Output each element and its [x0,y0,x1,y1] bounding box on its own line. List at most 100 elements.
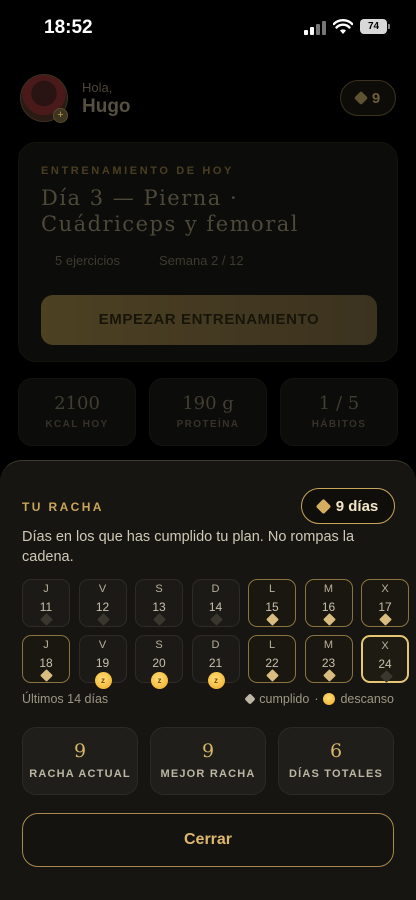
diamond-icon [40,669,53,682]
diamond-icon [266,669,279,682]
day-cell: L 22 [248,635,296,683]
day-cell: M 23 [304,635,353,683]
diamond-icon [379,613,392,626]
day-number: 24 [378,657,392,671]
sleeping-face-icon: z [151,672,168,689]
stat-label: KCAL HOY [45,419,109,430]
day-number: 20 [152,656,166,670]
protein-stat: 190 g PROTEÍNA [149,378,267,446]
diamond-icon [96,613,110,626]
user-name: Hugo [82,96,131,117]
day-cell: D 21 z [191,635,240,689]
day-number: 17 [378,600,392,614]
plus-icon[interactable]: + [53,108,68,123]
day-weekday: D [211,583,220,595]
sheet-title: TU RACHA [22,500,104,514]
current-streak-stat: 9 RACHA ACTUAL [22,727,138,795]
day-weekday: M [323,639,334,651]
stat-label: MEJOR RACHA [160,768,256,780]
diamond-icon [40,613,53,626]
stat-value: 2100 [54,393,100,414]
diamond-icon [315,498,332,514]
legend: cumplido · descanso [244,692,394,706]
legend-done: cumplido [259,692,310,706]
gems-count: 9 [371,89,381,107]
day-cell: X 17 [361,579,409,627]
diamond-icon [380,670,393,683]
diamond-icon [244,693,256,705]
day-cell: J 11 [22,579,70,627]
stat-label: RACHA ACTUAL [29,768,131,780]
best-streak-stat: 9 MEJOR RACHA [150,727,266,795]
day-weekday: D [211,639,220,651]
day-cell: D 14 [191,579,240,627]
day-number: 19 [95,656,110,670]
day-weekday: L [268,583,276,595]
day-weekday: V [98,639,107,651]
day-number: 21 [208,656,223,670]
start-workout-button[interactable]: EMPEZAR ENTRENAMIENTO [41,295,377,345]
streak-badge: 9 días [301,488,395,524]
day-weekday: M [323,583,334,595]
sleeping-face-icon: z [207,672,225,689]
greeting: Hola, [82,80,113,95]
day-weekday: J [43,583,49,595]
day-weekday: X [381,583,389,595]
sheet-description: Días en los que has cumplido tu plan. No… [22,529,355,565]
day-number: 23 [321,656,336,670]
day-weekday: X [381,640,389,652]
diamond-icon [353,90,368,106]
day-cell: M 16 [304,579,353,627]
day-cell: V 19 z [78,635,127,689]
stat-value: 6 [329,740,343,762]
habits-stat: 1 / 5 HÁBITOS [280,378,398,446]
today-kicker: ENTRENAMIENTO DE HOY [41,165,234,177]
diamond-icon [153,613,166,626]
day-number: 22 [265,656,279,670]
gems-badge[interactable]: 9 [340,80,396,116]
day-number: 18 [39,656,53,670]
close-button[interactable]: Cerrar [22,813,394,867]
day-number: 13 [152,600,166,614]
diamond-icon [322,613,336,626]
sleeping-face-icon: z [94,672,112,689]
day-cell: J 18 [22,635,70,683]
day-number: 15 [265,600,279,614]
legend-rest: descanso [340,692,394,706]
diamond-icon [209,613,223,626]
stat-label: PROTEÍNA [176,419,240,430]
day-number: 12 [95,600,110,614]
day-weekday: S [155,639,163,651]
day-cell: X 24 [361,635,409,683]
stat-label: DÍAS TOTALES [288,768,384,780]
day-cell: L 15 [248,579,296,627]
day-number: 14 [208,600,223,614]
diamond-icon [322,669,336,682]
legend-range: Últimos 14 días [22,692,109,706]
stat-value: 9 [73,740,87,762]
day-cell: S 20 z [135,635,183,689]
day-weekday: S [155,583,163,595]
stat-value: 190 g [182,393,234,414]
day-weekday: J [43,639,49,651]
streak-badge-label: 9 días [335,497,379,515]
stat-value: 1 / 5 [318,393,360,414]
day-cell: S 13 [135,579,183,627]
day-weekday: V [98,583,107,595]
total-days-stat: 6 DÍAS TOTALES [278,727,394,795]
day-number: 16 [321,600,336,614]
today-workout-card: ENTRENAMIENTO DE HOY Día 3 — Pierna · Cu… [18,142,398,362]
sleeping-face-icon [323,693,336,705]
workout-title: Día 3 — Pierna · Cuádriceps y femoral [41,186,299,236]
week-progress: Semana 2 / 12 [159,253,244,268]
day-number: 11 [39,600,53,614]
streak-sheet: TU RACHA 9 días Días en los que has cump… [0,460,416,900]
stat-value: 9 [201,740,215,762]
exercise-count: 5 ejercicios [55,253,121,268]
day-weekday: L [268,639,276,651]
kcal-stat: 2100 KCAL HOY [18,378,136,446]
stat-label: HÁBITOS [311,419,367,430]
day-cell: V 12 [78,579,127,627]
legend-separator: · [314,692,319,706]
diamond-icon [266,613,279,626]
